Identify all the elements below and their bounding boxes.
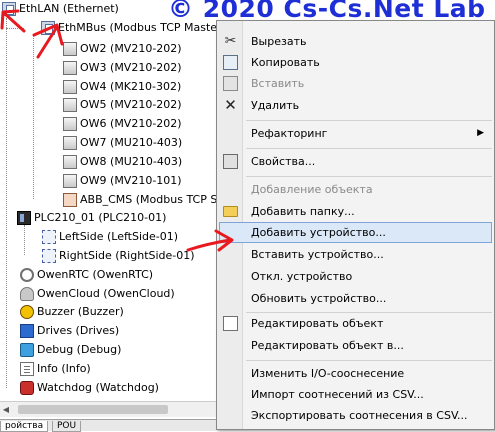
drives-icon — [20, 324, 34, 338]
module-icon — [63, 42, 77, 56]
copy-icon — [223, 55, 238, 70]
menu-item-update-device[interactable]: Обновить устройство... — [219, 288, 492, 309]
tab-devices[interactable]: ройства — [0, 421, 49, 432]
menu-item-import-csv[interactable]: Импорт соотнесений из CSV... — [219, 384, 492, 405]
menu-separator — [246, 148, 492, 149]
module-icon — [63, 117, 77, 131]
tree-connector — [6, 18, 7, 388]
cloud-icon — [20, 287, 34, 301]
folder-icon — [223, 206, 238, 217]
modbus-slave-icon — [63, 193, 77, 207]
paste-icon — [223, 76, 238, 91]
buzzer-icon — [20, 305, 34, 319]
module-icon — [63, 61, 77, 75]
delete-x-icon: ✕ — [224, 96, 237, 114]
menu-item-properties[interactable]: Свойства... — [219, 151, 492, 172]
menu-separator — [246, 360, 492, 361]
menu-separator — [246, 176, 492, 177]
menu-item-export-csv[interactable]: Экспортировать соотнесения в CSV... — [219, 405, 492, 426]
watchdog-icon — [20, 381, 34, 395]
module-icon — [63, 136, 77, 150]
menu-item-edit-io-mapping[interactable]: Изменить I/O-сооснесение — [219, 363, 492, 384]
horizontal-scrollbar[interactable]: ◀ — [0, 401, 216, 417]
scissors-icon: ✂ — [224, 33, 237, 49]
module-icon — [63, 174, 77, 188]
plc-icon — [17, 211, 31, 225]
scroll-left-arrow-icon[interactable]: ◀ — [0, 404, 12, 415]
menu-item-insert-device[interactable]: Вставить устройство... — [219, 244, 492, 265]
tree-connector — [6, 28, 24, 29]
io-module-icon — [42, 230, 56, 244]
menu-item-edit-object[interactable]: Редактировать объект — [219, 313, 492, 334]
ethernet-device-icon — [2, 2, 16, 16]
menu-item-add-object[interactable]: Добавление объекта — [219, 179, 492, 200]
menu-separator — [246, 120, 492, 121]
tab-pou[interactable]: POU — [52, 421, 82, 432]
info-icon — [20, 362, 34, 376]
clock-icon — [20, 268, 34, 282]
menu-item-add-folder[interactable]: Добавить папку... — [219, 201, 492, 222]
menu-item-add-device[interactable]: Добавить устройство... — [219, 222, 492, 243]
edit-icon — [223, 316, 238, 331]
menu-item-refactoring[interactable]: Рефакторинг ▶ — [219, 123, 492, 144]
tree-connector — [24, 225, 25, 255]
menu-item-cut[interactable]: ✂ Вырезать — [219, 31, 492, 52]
scrollbar-thumb[interactable] — [18, 405, 168, 414]
module-icon — [63, 80, 77, 94]
io-module-icon — [42, 249, 56, 263]
context-menu: ✂ Вырезать Копировать Вставить ✕ Удалить… — [216, 20, 495, 430]
menu-item-disable-device[interactable]: Откл. устройство — [219, 266, 492, 287]
menu-item-copy[interactable]: Копировать — [219, 52, 492, 73]
module-icon — [63, 155, 77, 169]
menu-item-edit-object-in[interactable]: Редактировать объект в... — [219, 335, 492, 356]
submenu-arrow-icon: ▶ — [477, 128, 484, 138]
tree-connector — [33, 36, 34, 199]
properties-icon — [223, 154, 238, 169]
modbus-master-icon — [41, 21, 55, 35]
menu-item-paste[interactable]: Вставить — [219, 73, 492, 94]
debug-icon — [20, 343, 34, 357]
module-icon — [63, 98, 77, 112]
menu-item-delete[interactable]: ✕ Удалить — [219, 95, 492, 116]
